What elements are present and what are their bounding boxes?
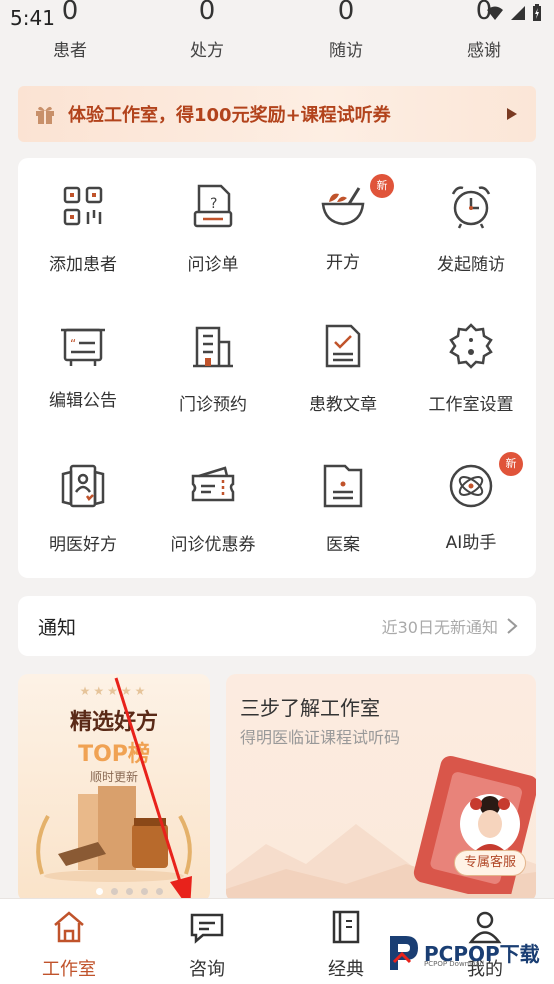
grid-label: 医案 xyxy=(326,535,360,555)
svg-text:?: ? xyxy=(210,196,217,212)
grid-item-consult-form[interactable]: ? 问诊单 xyxy=(148,158,278,275)
grid-label: 患教文章 xyxy=(309,395,377,415)
grid-item-followup[interactable]: 发起随访 xyxy=(406,158,536,275)
grid-item-education-article[interactable]: 患教文章 xyxy=(278,298,408,415)
stat-value: 0 xyxy=(198,0,216,26)
grid-item-studio-settings[interactable]: 工作室设置 xyxy=(406,298,536,415)
banner-text: 体验工作室，得100元奖励+课程试听券 xyxy=(68,105,391,126)
question-form-icon: ? xyxy=(193,184,233,228)
customer-service-avatar xyxy=(460,794,520,854)
coupon-ticket-icon xyxy=(191,466,235,502)
stat-value: 0 xyxy=(61,0,79,26)
stat-label: 处方 xyxy=(190,41,224,61)
function-grid: 添加患者 ? 问诊单 新 开方 发起随访 “ 编辑公告 门诊预约 患教文章 工作… xyxy=(18,158,536,578)
building-icon xyxy=(193,326,233,368)
grid-label: 问诊单 xyxy=(187,255,239,275)
grid-label: 问诊优惠券 xyxy=(170,535,256,555)
doctor-card-icon xyxy=(61,464,105,508)
nav-tab-consult[interactable]: 咨询 xyxy=(138,899,276,984)
nav-label: 咨询 xyxy=(189,959,225,980)
notice-title: 通知 xyxy=(38,616,77,639)
grid-item-prescribe[interactable]: 新 开方 xyxy=(278,158,408,273)
svg-text:“: “ xyxy=(70,337,76,351)
nav-tab-studio[interactable]: 工作室 xyxy=(0,899,138,984)
stat-label: 感谢 xyxy=(467,41,501,61)
gift-icon xyxy=(36,106,54,124)
grid-label: AI助手 xyxy=(445,533,497,553)
alarm-clock-icon xyxy=(451,186,491,229)
watermark-small-text: PCPOP Download xyxy=(424,960,485,968)
new-badge: 新 xyxy=(499,452,523,476)
stat-patients[interactable]: 0 患者 xyxy=(10,0,130,61)
stat-label: 患者 xyxy=(53,41,87,61)
promo-banner[interactable]: 体验工作室，得100元奖励+课程试听券 xyxy=(18,86,536,142)
grid-label: 发起随访 xyxy=(437,255,505,275)
promo-card-studio-intro[interactable]: 三步了解工作室 得明医临证课程试听码 专属客服 xyxy=(226,674,536,902)
grid-item-consult-coupon[interactable]: 问诊优惠券 xyxy=(148,438,278,555)
gear-icon xyxy=(449,323,493,369)
nav-label: 工作室 xyxy=(42,959,96,980)
chat-icon xyxy=(190,913,224,944)
promo-subtitle: 得明医临证课程试听码 xyxy=(240,728,401,747)
grid-item-medical-cases[interactable]: 医案 xyxy=(278,438,408,555)
red-annotation-arrow xyxy=(114,677,192,910)
stat-label: 随访 xyxy=(329,41,363,61)
bulletin-board-icon: “ xyxy=(61,328,105,366)
grid-label: 明医好方 xyxy=(49,535,117,555)
pcpop-logo-icon xyxy=(390,936,418,970)
folder-case-icon xyxy=(323,464,363,508)
notice-bar[interactable]: 通知 近30日无新通知 xyxy=(18,596,536,656)
grid-label: 工作室设置 xyxy=(428,395,514,415)
grid-item-edit-notice[interactable]: “ 编辑公告 xyxy=(18,298,148,411)
chevron-right-icon xyxy=(507,618,518,634)
stat-thanks[interactable]: 0 感谢 xyxy=(424,0,544,61)
home-icon xyxy=(54,911,84,943)
grid-label: 编辑公告 xyxy=(49,391,117,411)
grid-label: 开方 xyxy=(326,253,360,273)
service-badge[interactable]: 专属客服 xyxy=(454,850,526,876)
grid-item-add-patient[interactable]: 添加患者 xyxy=(18,158,148,275)
play-arrow-icon xyxy=(507,108,517,120)
atom-icon xyxy=(449,464,493,508)
new-badge: 新 xyxy=(370,174,394,198)
grid-label: 添加患者 xyxy=(49,255,117,275)
stat-followups[interactable]: 0 随访 xyxy=(286,0,406,61)
book-icon xyxy=(332,910,360,944)
grid-label: 门诊预约 xyxy=(179,395,247,415)
grid-item-famous-prescriptions[interactable]: 明医好方 xyxy=(18,438,148,555)
grid-item-appointment[interactable]: 门诊预约 xyxy=(148,298,278,415)
stat-value: 0 xyxy=(337,0,355,26)
promo-title: 三步了解工作室 xyxy=(240,696,380,720)
mortar-herb-icon xyxy=(321,187,365,226)
notice-status: 近30日无新通知 xyxy=(381,618,498,637)
stats-row: 0 患者 0 处方 0 随访 0 感谢 xyxy=(0,0,554,75)
stat-prescriptions[interactable]: 0 处方 xyxy=(147,0,267,61)
pcpop-watermark: PCPOP下载 PCPOP Download xyxy=(384,932,540,972)
grid-item-ai-assistant[interactable]: 新 AI助手 xyxy=(406,438,536,553)
document-check-icon xyxy=(325,324,361,368)
stat-value: 0 xyxy=(475,0,493,26)
qr-scan-icon xyxy=(63,186,103,226)
